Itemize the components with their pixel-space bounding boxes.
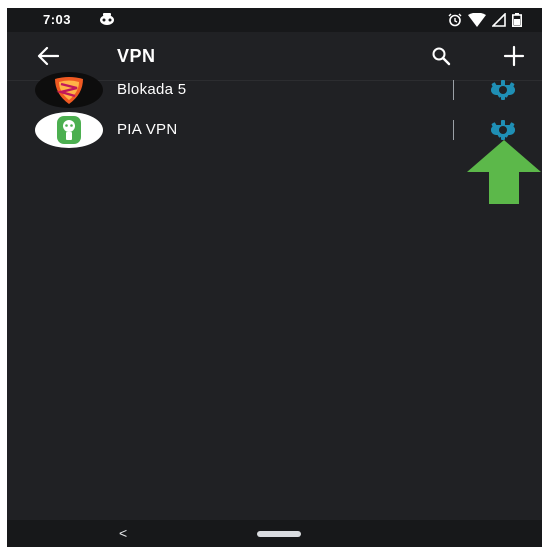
list-item-blokada[interactable]: Blokada 5 xyxy=(7,70,542,110)
signal-icon xyxy=(492,13,506,27)
search-icon[interactable] xyxy=(431,46,451,66)
battery-icon xyxy=(512,13,522,27)
vpn-name: Blokada 5 xyxy=(117,81,187,98)
status-bar: 7:03 xyxy=(7,8,542,32)
vpn-name: PIA VPN xyxy=(117,121,178,138)
back-arrow-icon[interactable] xyxy=(37,46,59,66)
gear-icon[interactable] xyxy=(487,118,519,142)
list-item-pia[interactable]: PIA VPN xyxy=(7,110,542,150)
notification-icon xyxy=(100,13,114,25)
vpn-list: Blokada 5 PIA VPN xyxy=(7,70,542,150)
page-title: VPN xyxy=(117,46,156,66)
row-divider xyxy=(453,80,454,100)
annotation-arrow-icon xyxy=(467,140,541,204)
nav-back-icon[interactable]: < xyxy=(119,525,127,541)
gear-icon[interactable] xyxy=(487,78,519,102)
status-time: 7:03 xyxy=(43,12,72,27)
add-icon[interactable] xyxy=(503,45,525,67)
blokada-shield-icon xyxy=(35,72,103,108)
phone-screen: 7:03 VPN Blokada 5 PIA VPN < xyxy=(7,8,542,547)
row-divider xyxy=(453,120,454,140)
status-icons xyxy=(448,12,522,28)
nav-home-pill[interactable] xyxy=(257,531,301,537)
pia-lock-icon xyxy=(35,112,103,148)
wifi-icon xyxy=(468,13,486,27)
nav-bar: < xyxy=(7,520,542,547)
alarm-icon xyxy=(448,13,462,27)
